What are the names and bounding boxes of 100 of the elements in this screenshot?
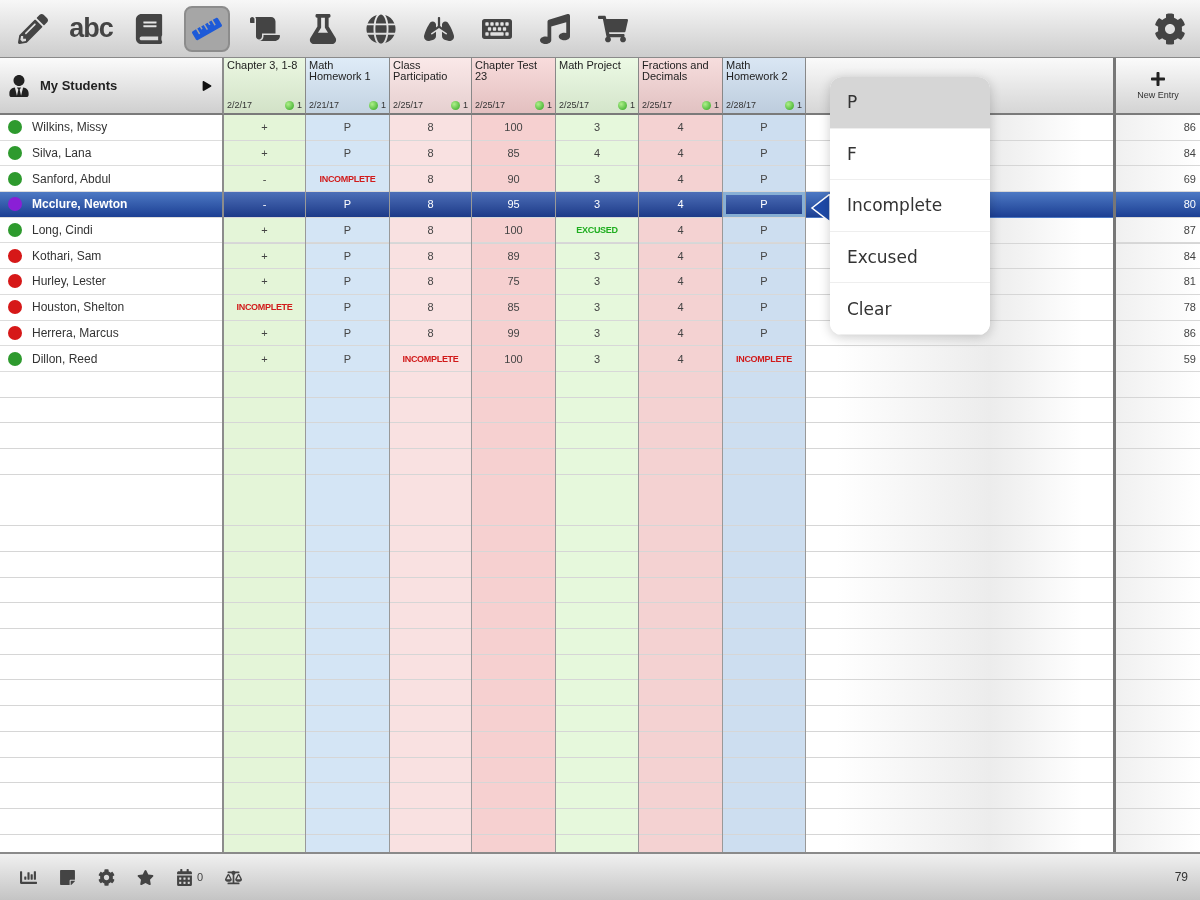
grade-cell[interactable]: 8 [390,320,471,347]
grade-cell[interactable]: 3 [556,346,638,372]
grade-cell[interactable]: P [306,269,389,295]
grade-cell[interactable]: 3 [556,243,638,270]
chart-button[interactable] [20,868,37,886]
assignment-header[interactable]: Class Participatio 2/25/17 1 [390,58,472,115]
grade-cell[interactable]: 4 [556,140,638,167]
grade-cell[interactable]: P [306,217,389,244]
grade-cell[interactable]: 3 [556,269,638,295]
grade-cell[interactable]: - [224,192,305,218]
grade-cell[interactable]: 4 [639,320,722,347]
grade-cell[interactable]: 89 [472,243,555,270]
menu-option[interactable]: Excused [830,231,990,284]
grade-cell[interactable]: INCOMPLETE [224,294,305,321]
grade-cell[interactable]: INCOMPLETE [723,346,805,372]
grade-cell[interactable]: P [723,140,805,167]
grade-cell[interactable]: 4 [639,192,722,218]
grade-cell[interactable]: P [306,115,389,141]
calendar-button[interactable]: 0 [176,868,204,886]
grade-cell[interactable]: 95 [472,192,555,218]
grade-cell[interactable]: + [224,115,305,141]
grade-cell[interactable]: P [723,115,805,141]
grade-cell[interactable]: 8 [390,269,471,295]
total-cell: 84 [1116,140,1200,167]
grade-cell[interactable]: 4 [639,140,722,167]
grade-cell[interactable]: 3 [556,115,638,141]
grade-cell[interactable]: 75 [472,269,555,295]
assignment-header[interactable]: Math Homework 1 2/21/17 1 [306,58,390,115]
student-row[interactable]: Mcclure, Newton [0,192,222,218]
grade-cell[interactable]: + [224,243,305,270]
student-row[interactable]: Kothari, Sam [0,243,222,270]
grade-cell[interactable]: INCOMPLETE [390,346,471,372]
grade-cell[interactable]: 3 [556,192,638,218]
menu-option[interactable]: P [830,77,990,129]
assignment-header[interactable]: Chapter Test 23 2/25/17 1 [472,58,556,115]
assignment-header[interactable]: Fractions and Decimals 2/25/17 1 [639,58,723,115]
assignment-header[interactable]: Chapter 3, 1-8 2/2/17 1 [224,58,306,115]
menu-option[interactable]: Incomplete [830,180,990,232]
grade-cell[interactable]: 100 [472,217,555,244]
grade-cell[interactable]: + [224,320,305,347]
grade-cell[interactable]: 4 [639,243,722,270]
grade-cell[interactable]: + [224,346,305,372]
grade-cell[interactable]: + [224,269,305,295]
grade-cell[interactable]: P [723,294,805,321]
abc-tool-button[interactable]: abc [68,5,114,52]
grade-cell[interactable]: 3 [556,294,638,321]
selected-grade-cell[interactable]: P [723,192,805,218]
grade-cell[interactable]: P [306,294,389,321]
grade-cell[interactable]: 8 [390,217,471,244]
assignment-header[interactable]: Math Project 2/25/17 1 [556,58,639,115]
grade-cell[interactable]: P [306,243,389,270]
grade-cell[interactable]: 3 [556,320,638,347]
grade-cell[interactable]: 8 [390,192,471,218]
assignment-date: 2/2/17 [227,100,254,110]
pencil-icon [18,13,48,44]
status-dot [535,100,544,110]
grade-cell[interactable]: 4 [639,217,722,244]
globe-icon [366,13,396,44]
student-name: Houston, Shelton [32,300,125,315]
grade-cell[interactable]: P [723,243,805,270]
star-button[interactable] [137,868,154,886]
grade-cell[interactable]: + [224,140,305,167]
grade-cell[interactable]: P [723,320,805,347]
grade-cell[interactable]: 8 [390,243,471,270]
grade-cell[interactable]: 8 [390,140,471,167]
assignment-header[interactable]: Math Homework 2 2/28/17 1 [723,58,806,115]
grade-cell[interactable]: P [306,192,389,218]
grade-cell[interactable]: 85 [472,294,555,321]
book-icon [134,13,164,44]
students-header[interactable]: My Students [0,58,224,115]
grade-cell[interactable]: 100 [472,115,555,141]
tool-button[interactable] [184,5,230,52]
grade-cell[interactable]: 85 [472,140,555,167]
grade-cell[interactable]: P [723,217,805,244]
grade-cell[interactable]: 4 [639,115,722,141]
grade-cell[interactable]: P [723,269,805,295]
grade-cell[interactable]: P [306,140,389,167]
assignment-title: Math Homework 1 [309,60,372,82]
grade-cell[interactable]: 4 [639,294,722,321]
menu-option[interactable]: Clear [830,283,990,335]
assignment-title: Chapter Test 23 [475,60,539,82]
grade-cell[interactable]: 4 [639,269,722,295]
scale-button[interactable] [225,868,243,886]
settings-button[interactable] [98,868,115,886]
grade-cell[interactable]: 8 [390,294,471,321]
notes-button[interactable] [59,868,76,886]
grade-cell[interactable]: 99 [472,320,555,347]
cart-icon [598,13,628,44]
grade-cell[interactable]: + [224,217,305,244]
grade-cell[interactable]: P [306,346,389,372]
menu-option[interactable]: F [830,128,990,181]
new-entry-button[interactable]: New Entry [1116,58,1200,115]
assignment-date: 2/25/17 [393,100,425,110]
grade-cell[interactable]: 100 [472,346,555,372]
student-name: Mcclure, Newton [32,197,128,212]
grade-cell[interactable]: P [306,320,389,347]
grade-cell[interactable]: 4 [639,346,722,372]
assignment-date: 2/25/17 [475,100,507,110]
total-cell: 84 [1116,243,1200,270]
grade-cell[interactable]: 8 [390,115,471,141]
